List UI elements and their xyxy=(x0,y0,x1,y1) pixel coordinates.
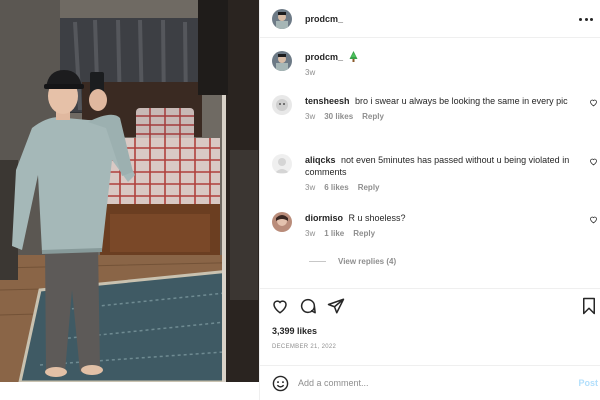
add-comment-bar: Post xyxy=(260,365,600,400)
send-icon[interactable] xyxy=(327,297,345,315)
heart-icon[interactable] xyxy=(271,297,289,315)
comment-meta: 3w 30 likes Reply xyxy=(305,112,581,121)
comment-meta: 3w 6 likes Reply xyxy=(305,183,581,192)
comment-username[interactable]: diormiso xyxy=(305,213,343,223)
comment-content: not even 5minutes has passed without u b… xyxy=(305,155,570,177)
heart-icon[interactable] xyxy=(589,157,598,166)
avatar[interactable] xyxy=(272,95,292,115)
comment-time[interactable]: 3w xyxy=(305,112,315,121)
comments-section: prodcm_ 3w tensheesh bro i swear u alway… xyxy=(260,38,600,288)
comment-icon[interactable] xyxy=(299,297,317,315)
avatar[interactable] xyxy=(272,154,292,174)
comment-likes[interactable]: 1 like xyxy=(324,229,344,238)
comment-item: diormiso R u shoeless? 3w 1 like Reply xyxy=(272,212,600,238)
emoji-icon[interactable] xyxy=(272,375,289,392)
view-replies-label: View replies (4) xyxy=(338,257,397,266)
header-username[interactable]: prodcm_ xyxy=(305,14,343,24)
comment-time[interactable]: 3w xyxy=(305,229,315,238)
comment-text: diormiso R u shoeless? xyxy=(305,212,581,224)
mirror-selfie-image xyxy=(0,0,259,382)
caption-time[interactable]: 3w xyxy=(305,68,358,77)
comment-text: aliqcks not even 5minutes has passed wit… xyxy=(305,154,581,178)
post-date[interactable]: DECEMBER 21, 2022 xyxy=(272,344,336,350)
action-bar xyxy=(260,288,600,323)
reply-button[interactable]: Reply xyxy=(358,183,380,192)
heart-icon[interactable] xyxy=(589,215,598,224)
reply-button[interactable]: Reply xyxy=(362,112,384,121)
comment-meta: 3w 1 like Reply xyxy=(305,229,581,238)
post-header: prodcm_ xyxy=(260,0,600,38)
avatar[interactable] xyxy=(272,212,292,232)
add-comment-input[interactable] xyxy=(298,375,548,391)
christmas-tree-icon xyxy=(349,51,358,62)
comment-text: tensheesh bro i swear u always be lookin… xyxy=(305,95,581,107)
more-horizontal-icon[interactable] xyxy=(579,13,593,25)
comment-time[interactable]: 3w xyxy=(305,183,315,192)
avatar[interactable] xyxy=(272,8,292,29)
comment-likes[interactable]: 6 likes xyxy=(324,183,348,192)
instagram-post: prodcm_ prodcm_ 3w tensheesh bro i swear… xyxy=(0,0,600,400)
comment-username[interactable]: aliqcks xyxy=(305,155,336,165)
reply-button[interactable]: Reply xyxy=(353,229,375,238)
avatar[interactable] xyxy=(272,51,292,71)
divider-line xyxy=(309,261,326,262)
comment-body: tensheesh bro i swear u always be lookin… xyxy=(305,95,581,121)
comment-body: aliqcks not even 5minutes has passed wit… xyxy=(305,154,581,192)
comment-username[interactable]: tensheesh xyxy=(305,96,350,106)
post-caption: prodcm_ 3w xyxy=(272,51,358,77)
comment-content: bro i swear u always be looking the same… xyxy=(355,96,568,106)
comment-body: diormiso R u shoeless? 3w 1 like Reply xyxy=(305,212,581,238)
like-count[interactable]: 3,399 likes xyxy=(272,326,317,336)
post-side-panel: prodcm_ prodcm_ 3w tensheesh bro i swear… xyxy=(259,0,600,400)
caption-username[interactable]: prodcm_ xyxy=(305,52,343,62)
comment-content: R u shoeless? xyxy=(348,213,406,223)
view-replies-button[interactable]: View replies (4) xyxy=(309,257,396,266)
post-button[interactable]: Post xyxy=(578,378,598,388)
comment-item: tensheesh bro i swear u always be lookin… xyxy=(272,95,600,121)
caption-text: prodcm_ 3w xyxy=(305,51,358,77)
comment-item: aliqcks not even 5minutes has passed wit… xyxy=(272,154,600,192)
post-photo[interactable] xyxy=(0,0,259,382)
heart-icon[interactable] xyxy=(589,98,598,107)
comment-likes[interactable]: 30 likes xyxy=(324,112,353,121)
bookmark-icon[interactable] xyxy=(581,297,597,315)
